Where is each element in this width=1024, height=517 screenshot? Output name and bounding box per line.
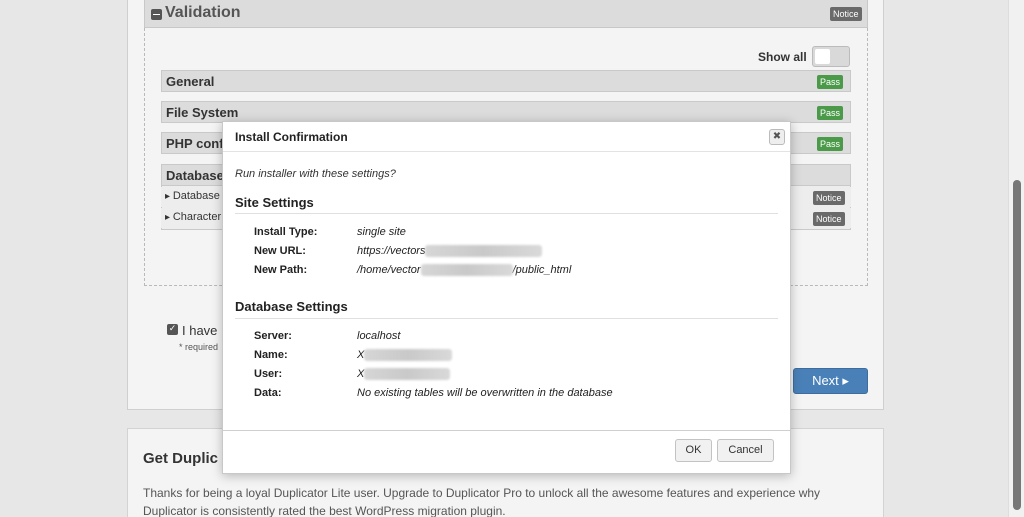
install-type-label: Install Type: bbox=[254, 226, 318, 238]
dialog-question: Run installer with these settings? bbox=[235, 168, 396, 180]
new-url-text: https://vectors bbox=[357, 245, 426, 257]
new-path-value: /home/vector/public_html bbox=[357, 264, 572, 277]
cancel-button[interactable]: Cancel bbox=[717, 439, 774, 462]
server-value: localhost bbox=[357, 330, 401, 342]
db-user-text: X bbox=[357, 368, 365, 380]
validation-title: Validation bbox=[165, 4, 241, 21]
collapse-icon[interactable] bbox=[151, 9, 162, 20]
site-settings-heading: Site Settings bbox=[235, 195, 314, 210]
pass-badge: Pass bbox=[817, 137, 844, 151]
redacted-blur bbox=[425, 245, 543, 258]
close-icon[interactable]: ✖ bbox=[769, 129, 785, 145]
notice-badge: Notice bbox=[813, 191, 845, 205]
section-divider bbox=[235, 213, 778, 214]
redacted-blur bbox=[364, 368, 451, 381]
db-name-value: X bbox=[357, 349, 453, 362]
install-type-value: single site bbox=[357, 226, 406, 238]
new-url-value: https://vectors bbox=[357, 245, 543, 258]
check-label: File System bbox=[166, 105, 239, 120]
db-user-value: X bbox=[357, 368, 451, 381]
pass-badge: Pass bbox=[817, 75, 844, 89]
dialog-title: Install Confirmation bbox=[235, 130, 348, 144]
new-url-label: New URL: bbox=[254, 245, 306, 257]
dialog-title-divider bbox=[223, 151, 790, 152]
status-badge: Notice bbox=[830, 7, 862, 21]
check-label: PHP conf bbox=[166, 136, 224, 151]
required-note: * required bbox=[179, 342, 219, 352]
show-all-toggle[interactable] bbox=[812, 46, 850, 67]
check-row-file-system[interactable]: File System Pass bbox=[161, 101, 851, 123]
validation-header[interactable]: Validation Notice bbox=[144, 0, 868, 28]
redacted-blur bbox=[364, 349, 453, 362]
section-divider bbox=[235, 318, 778, 319]
toggle-knob bbox=[815, 49, 830, 64]
data-label: Data: bbox=[254, 387, 282, 399]
check-label: Database bbox=[166, 168, 224, 183]
sub-check-label: Character bbox=[165, 211, 221, 223]
accept-label: I have bbox=[182, 323, 218, 338]
db-user-label: User: bbox=[254, 368, 283, 380]
new-path-prefix: /home/vector bbox=[357, 264, 421, 276]
ok-button[interactable]: OK bbox=[675, 439, 712, 462]
data-value: No existing tables will be overwritten i… bbox=[357, 387, 613, 399]
promo-text: Thanks for being a loyal Duplicator Lite… bbox=[143, 486, 821, 517]
dialog-footer-divider bbox=[223, 430, 790, 431]
install-confirmation-dialog: Install Confirmation ✖ Run installer wit… bbox=[222, 121, 791, 474]
promo-title: Get Duplic bbox=[143, 450, 219, 467]
page-scrollbar[interactable] bbox=[1008, 0, 1024, 517]
pass-badge: Pass bbox=[817, 106, 844, 120]
sub-check-label: Database bbox=[165, 190, 220, 202]
notice-badge: Notice bbox=[813, 212, 845, 226]
check-row-general[interactable]: General Pass bbox=[161, 70, 851, 92]
scrollbar-thumb[interactable] bbox=[1013, 180, 1021, 510]
db-name-text: X bbox=[357, 349, 365, 361]
redacted-blur bbox=[420, 264, 513, 277]
show-all-label: Show all bbox=[758, 50, 807, 64]
check-label: General bbox=[166, 74, 215, 89]
database-settings-heading: Database Settings bbox=[235, 299, 348, 314]
server-label: Server: bbox=[254, 330, 292, 342]
new-path-suffix: /public_html bbox=[512, 264, 572, 276]
db-name-label: Name: bbox=[254, 349, 288, 361]
accept-checkbox[interactable]: ✓ bbox=[167, 324, 178, 335]
next-button[interactable]: Next ▸ bbox=[793, 368, 868, 394]
new-path-label: New Path: bbox=[254, 264, 308, 276]
